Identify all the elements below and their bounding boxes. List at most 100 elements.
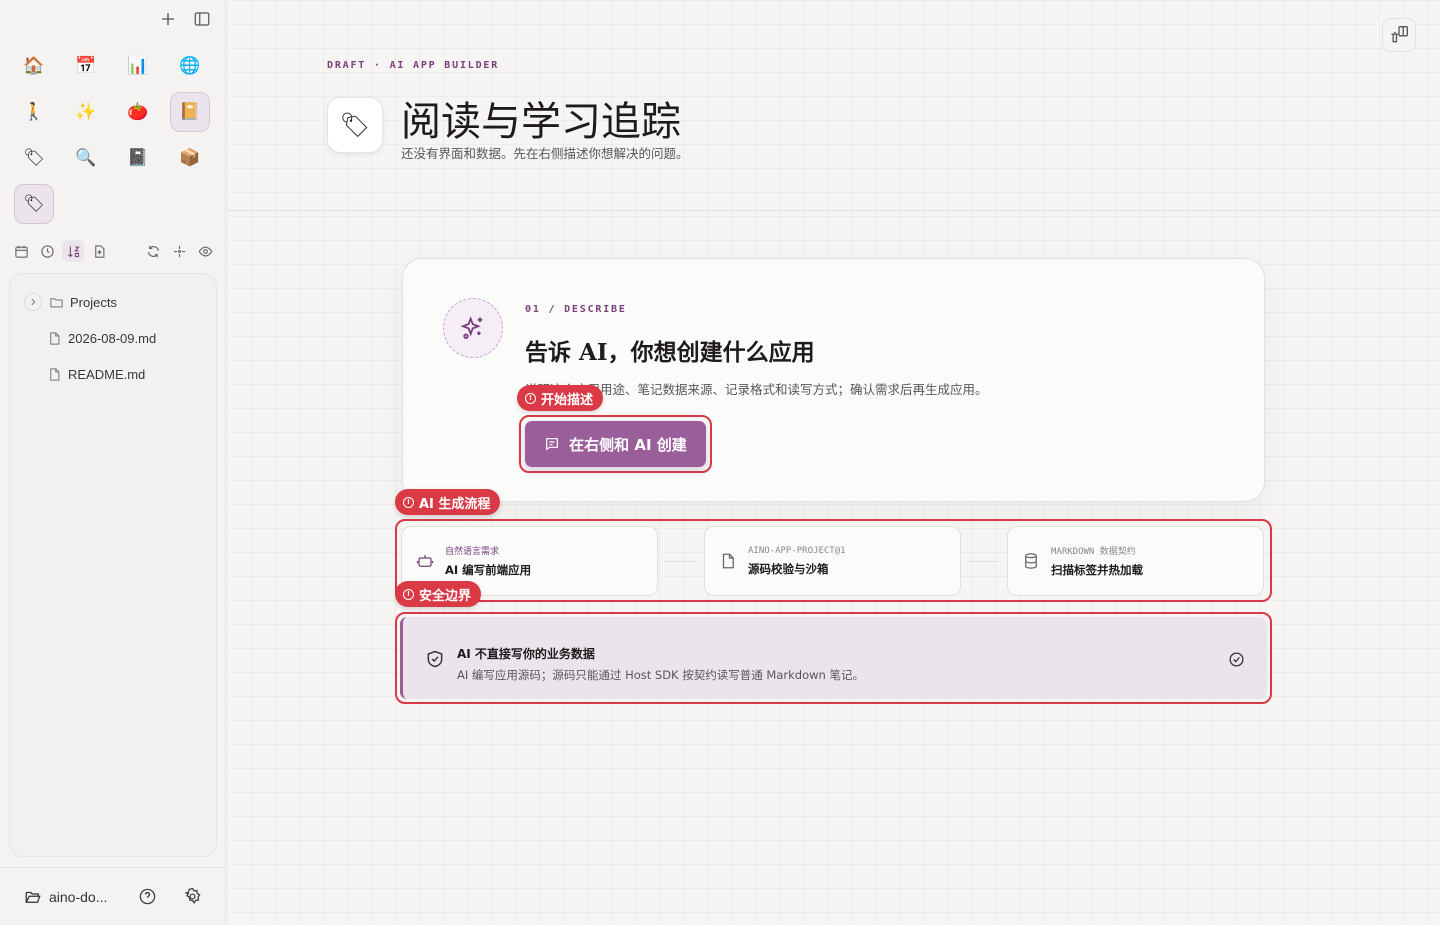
flow-step: AINO-APP-PROJECT@1 源码校验与沙箱	[704, 526, 961, 596]
flow-step-caption: AINO-APP-PROJECT@1	[748, 545, 846, 556]
check-circle-icon	[1229, 652, 1244, 667]
page-kicker: DRAFT · AI APP BUILDER	[327, 60, 500, 71]
export-button[interactable]	[88, 240, 110, 262]
safety-description: AI 编写应用源码；源码只能通过 Host SDK 按契约读写普通 Markdo…	[457, 668, 864, 682]
walk-icon: 🚶	[23, 102, 45, 122]
chart-icon: 📊	[127, 56, 149, 76]
tree-file-label: 2026-08-09.md	[68, 330, 157, 346]
eye-icon	[198, 246, 212, 256]
calendar-icon: 📅	[75, 56, 97, 76]
app-tile-tomato[interactable]: 🍅	[118, 92, 158, 132]
delete-app-button[interactable]	[1382, 18, 1416, 52]
file-icon	[50, 367, 60, 381]
notebook-icon: 📔	[179, 102, 201, 122]
tree-folder-projects[interactable]: Projects	[10, 284, 216, 320]
file-icon	[50, 331, 60, 345]
flow-step-caption: 自然语言需求	[445, 547, 500, 557]
database-icon	[1025, 553, 1037, 569]
tag-label: 开始描述	[541, 392, 594, 408]
sort-button[interactable]	[62, 240, 84, 262]
help-icon[interactable]	[138, 887, 157, 906]
tree-folder-label: Projects	[70, 294, 117, 310]
info-icon: !	[525, 392, 536, 404]
annotation-tag-start: ! 开始描述	[517, 385, 604, 411]
plus-icon	[162, 13, 174, 25]
app-tile-home[interactable]: 🏠	[14, 46, 54, 86]
crosshair-sparkle-icon	[173, 245, 185, 257]
page-header: DRAFT · AI APP BUILDER 🏷 阅读与学习追踪 还没有界面和数…	[327, 60, 689, 162]
focus-button[interactable]	[168, 240, 190, 262]
sidebar-top-actions	[157, 8, 213, 30]
app-tile-tag[interactable]: 🏷	[14, 138, 54, 178]
footer-actions	[138, 887, 202, 906]
safety-notice: AI 不直接写你的业务数据 AI 编写应用源码；源码只能通过 Host SDK …	[400, 617, 1267, 699]
annotation-tag-safety: ! 安全边界	[395, 581, 482, 607]
app-grid: 🏠 📅 📊 🌐 🚶 ✨ 🍅 📔 🏷 🔍 📓 📦 🏷	[14, 46, 214, 224]
toggle-sidebar-button[interactable]	[191, 8, 213, 30]
tag-label: AI 生成流程	[419, 496, 491, 512]
app-tile-reading-tracker[interactable]: 🏷	[14, 184, 54, 224]
info-icon: !	[403, 588, 414, 600]
create-with-ai-button[interactable]: 在右侧和 AI 创建	[525, 421, 706, 467]
home-icon: 🏠	[23, 56, 45, 76]
app-tile-chart[interactable]: 📊	[118, 46, 158, 86]
refresh-icon	[147, 245, 159, 257]
refresh-button[interactable]	[142, 240, 164, 262]
new-app-button[interactable]	[157, 8, 179, 30]
robot-icon	[416, 555, 434, 567]
sort-icon	[67, 246, 80, 257]
gear-icon[interactable]	[183, 887, 202, 906]
app-tile-sparkles[interactable]: ✨	[66, 92, 106, 132]
clock-icon	[40, 244, 54, 258]
workspace-label: aino-do...	[49, 888, 108, 905]
sidebar-icon	[194, 12, 210, 26]
create-with-ai-label: 在右侧和 AI 创建	[569, 435, 687, 454]
book-icon: 📓	[127, 148, 149, 168]
info-icon: !	[403, 496, 414, 508]
sidebar-footer: aino-do...	[0, 867, 226, 925]
safety-highlight: AI 不直接写你的业务数据 AI 编写应用源码；源码只能通过 Host SDK …	[395, 612, 1272, 704]
flow-connector	[665, 561, 695, 562]
flow-step: MARKDOWN 数据契约 扫描标签并热加载	[1007, 526, 1264, 596]
app-tile-globe[interactable]: 🌐	[170, 46, 210, 86]
annotation-tag-flow: ! AI 生成流程	[395, 489, 501, 515]
preview-button[interactable]	[194, 240, 216, 262]
app-tile-search[interactable]: 🔍	[66, 138, 106, 178]
file-code-icon	[722, 553, 734, 569]
magnifier-icon: 🔍	[75, 148, 97, 168]
tree-file[interactable]: README.md	[10, 356, 216, 392]
header-divider	[227, 210, 1440, 211]
globe-icon: 🌐	[179, 56, 201, 76]
app-tile-book[interactable]: 📓	[118, 138, 158, 178]
main-area: DRAFT · AI APP BUILDER 🏷 阅读与学习追踪 还没有界面和数…	[227, 0, 1440, 925]
calendar-filter-button[interactable]	[10, 240, 32, 262]
app-tile-calendar[interactable]: 📅	[66, 46, 106, 86]
box-icon: 📦	[179, 148, 201, 168]
flow-step-title: AI 编写前端应用	[445, 563, 532, 577]
calendar-add-icon	[14, 245, 28, 258]
card-title: 告诉 AI，你想创建什么应用	[525, 339, 815, 366]
flow-connector	[968, 561, 998, 562]
sidebar-toolbar	[10, 240, 220, 262]
tree-file[interactable]: 2026-08-09.md	[10, 320, 216, 356]
tree-file-label: README.md	[68, 366, 146, 382]
describe-card: 01 / DESCRIBE 告诉 AI，你想创建什么应用 说明这个应用用途、笔记…	[402, 258, 1265, 502]
tomato-icon: 🍅	[127, 102, 149, 122]
cta-highlight: 在右侧和 AI 创建	[519, 415, 712, 473]
recent-button[interactable]	[36, 240, 58, 262]
tag-icon: 🏷	[23, 148, 45, 168]
app-tile-notebook[interactable]: 📔	[170, 92, 210, 132]
app-tile-box[interactable]: 📦	[170, 138, 210, 178]
app-icon: 🏷	[327, 97, 383, 153]
sparkles-icon	[460, 316, 483, 339]
flow-step-title: 扫描标签并热加载	[1051, 563, 1143, 577]
page-subtitle: 还没有界面和数据。先在右侧描述你想解决的问题。	[401, 146, 689, 161]
page-title: 阅读与学习追踪	[401, 99, 681, 145]
safety-title: AI 不直接写你的业务数据	[457, 647, 595, 661]
flow-step-title: 源码校验与沙箱	[748, 561, 829, 576]
workspace-switcher[interactable]: aino-do...	[24, 888, 107, 906]
sparkles-icon: ✨	[75, 102, 97, 122]
flow-step-caption: MARKDOWN 数据契约	[1051, 547, 1136, 557]
chevron-right-icon[interactable]	[24, 293, 42, 311]
app-tile-walk[interactable]: 🚶	[14, 92, 54, 132]
